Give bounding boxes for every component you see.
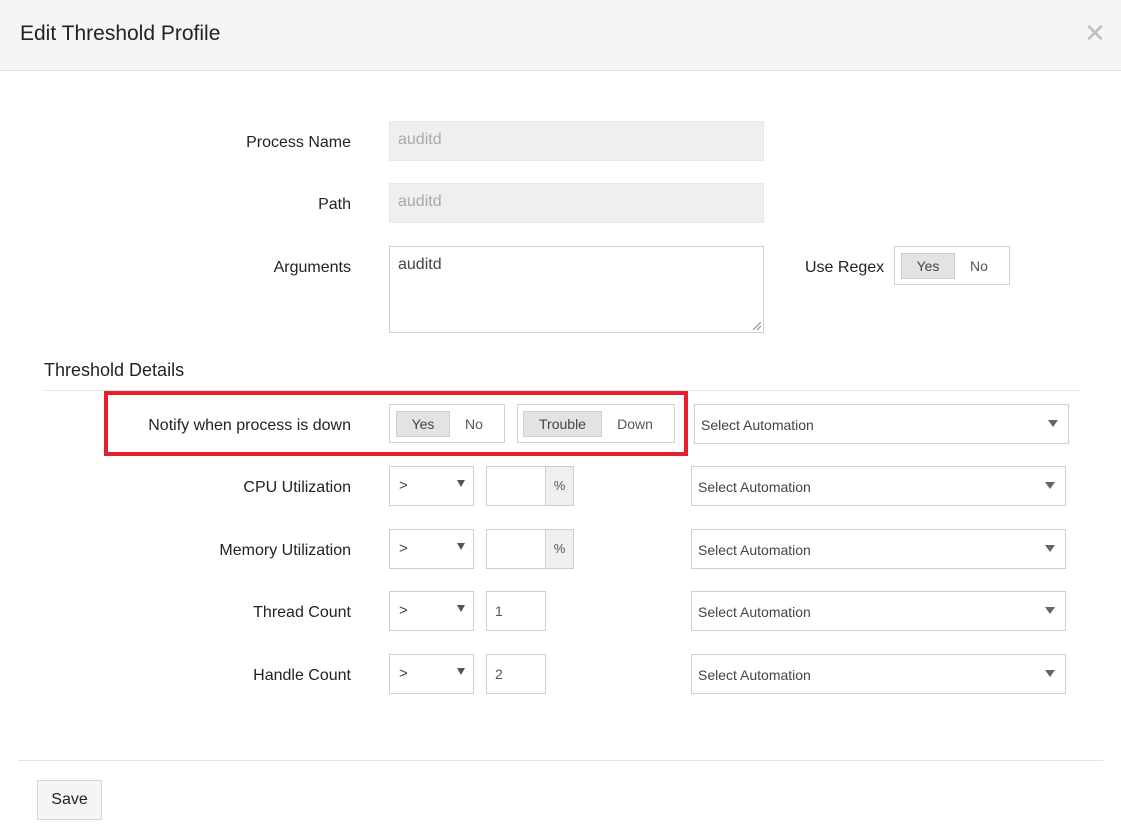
- memory-automation-select[interactable]: Select Automation: [691, 529, 1066, 569]
- resize-grip-icon[interactable]: [753, 322, 761, 330]
- chevron-down-icon: [1045, 482, 1055, 489]
- thread-operator-value: >: [399, 602, 408, 619]
- path-label: Path: [318, 196, 351, 213]
- thread-threshold-value: 1: [495, 603, 503, 619]
- cpu-automation-value: Select Automation: [698, 479, 811, 495]
- chevron-down-icon: [1045, 607, 1055, 614]
- use-regex-yes-button[interactable]: Yes: [901, 253, 955, 279]
- cpu-threshold-input[interactable]: [486, 466, 546, 506]
- memory-percent-addon: %: [545, 529, 574, 569]
- threshold-details-title: Threshold Details: [44, 360, 185, 380]
- handle-operator-select[interactable]: >: [389, 654, 474, 694]
- save-button[interactable]: Save: [37, 780, 102, 820]
- memory-operator-value: >: [399, 540, 408, 557]
- thread-count-label: Thread Count: [253, 604, 351, 621]
- thread-automation-value: Select Automation: [698, 604, 811, 620]
- thread-threshold-input[interactable]: 1: [486, 591, 546, 631]
- arguments-label: Arguments: [273, 259, 351, 276]
- notify-automation-select[interactable]: Select Automation: [694, 404, 1069, 444]
- handle-automation-value: Select Automation: [698, 667, 811, 683]
- cpu-operator-value: >: [399, 477, 408, 494]
- use-regex-label: Use Regex: [805, 259, 885, 276]
- handle-threshold-value: 2: [495, 666, 503, 682]
- memory-threshold-input[interactable]: [486, 529, 546, 569]
- handle-operator-value: >: [399, 665, 408, 682]
- chevron-down-icon: [1045, 670, 1055, 677]
- chevron-down-icon: [1045, 545, 1055, 552]
- thread-automation-select[interactable]: Select Automation: [691, 591, 1066, 631]
- path-field: auditd: [389, 183, 764, 223]
- highlight-box: [104, 391, 688, 456]
- memory-operator-select[interactable]: >: [389, 529, 474, 569]
- edit-threshold-profile-dialog: Edit Threshold Profile ✕ Process Name au…: [0, 0, 1121, 833]
- dialog-header: Edit Threshold Profile ✕: [0, 0, 1121, 71]
- footer-divider: [18, 760, 1103, 761]
- arguments-textarea[interactable]: auditd: [389, 246, 764, 333]
- chevron-down-icon: [457, 605, 465, 612]
- notify-automation-value: Select Automation: [701, 417, 814, 433]
- handle-count-label: Handle Count: [253, 667, 351, 684]
- dialog-title: Edit Threshold Profile: [20, 22, 221, 45]
- cpu-operator-select[interactable]: >: [389, 466, 474, 506]
- arguments-value: auditd: [398, 256, 442, 273]
- process-name-field: auditd: [389, 121, 764, 161]
- use-regex-no-button[interactable]: No: [955, 253, 1003, 279]
- chevron-down-icon: [457, 480, 465, 487]
- chevron-down-icon: [457, 668, 465, 675]
- cpu-utilization-label: CPU Utilization: [243, 479, 351, 496]
- chevron-down-icon: [1048, 420, 1058, 427]
- thread-operator-select[interactable]: >: [389, 591, 474, 631]
- memory-utilization-label: Memory Utilization: [219, 542, 351, 559]
- process-name-label: Process Name: [246, 134, 351, 151]
- handle-automation-select[interactable]: Select Automation: [691, 654, 1066, 694]
- handle-threshold-input[interactable]: 2: [486, 654, 546, 694]
- chevron-down-icon: [457, 543, 465, 550]
- memory-automation-value: Select Automation: [698, 542, 811, 558]
- cpu-automation-select[interactable]: Select Automation: [691, 466, 1066, 506]
- use-regex-toggle: Yes No: [894, 246, 1010, 285]
- cpu-percent-addon: %: [545, 466, 574, 506]
- close-icon[interactable]: ✕: [1083, 18, 1107, 48]
